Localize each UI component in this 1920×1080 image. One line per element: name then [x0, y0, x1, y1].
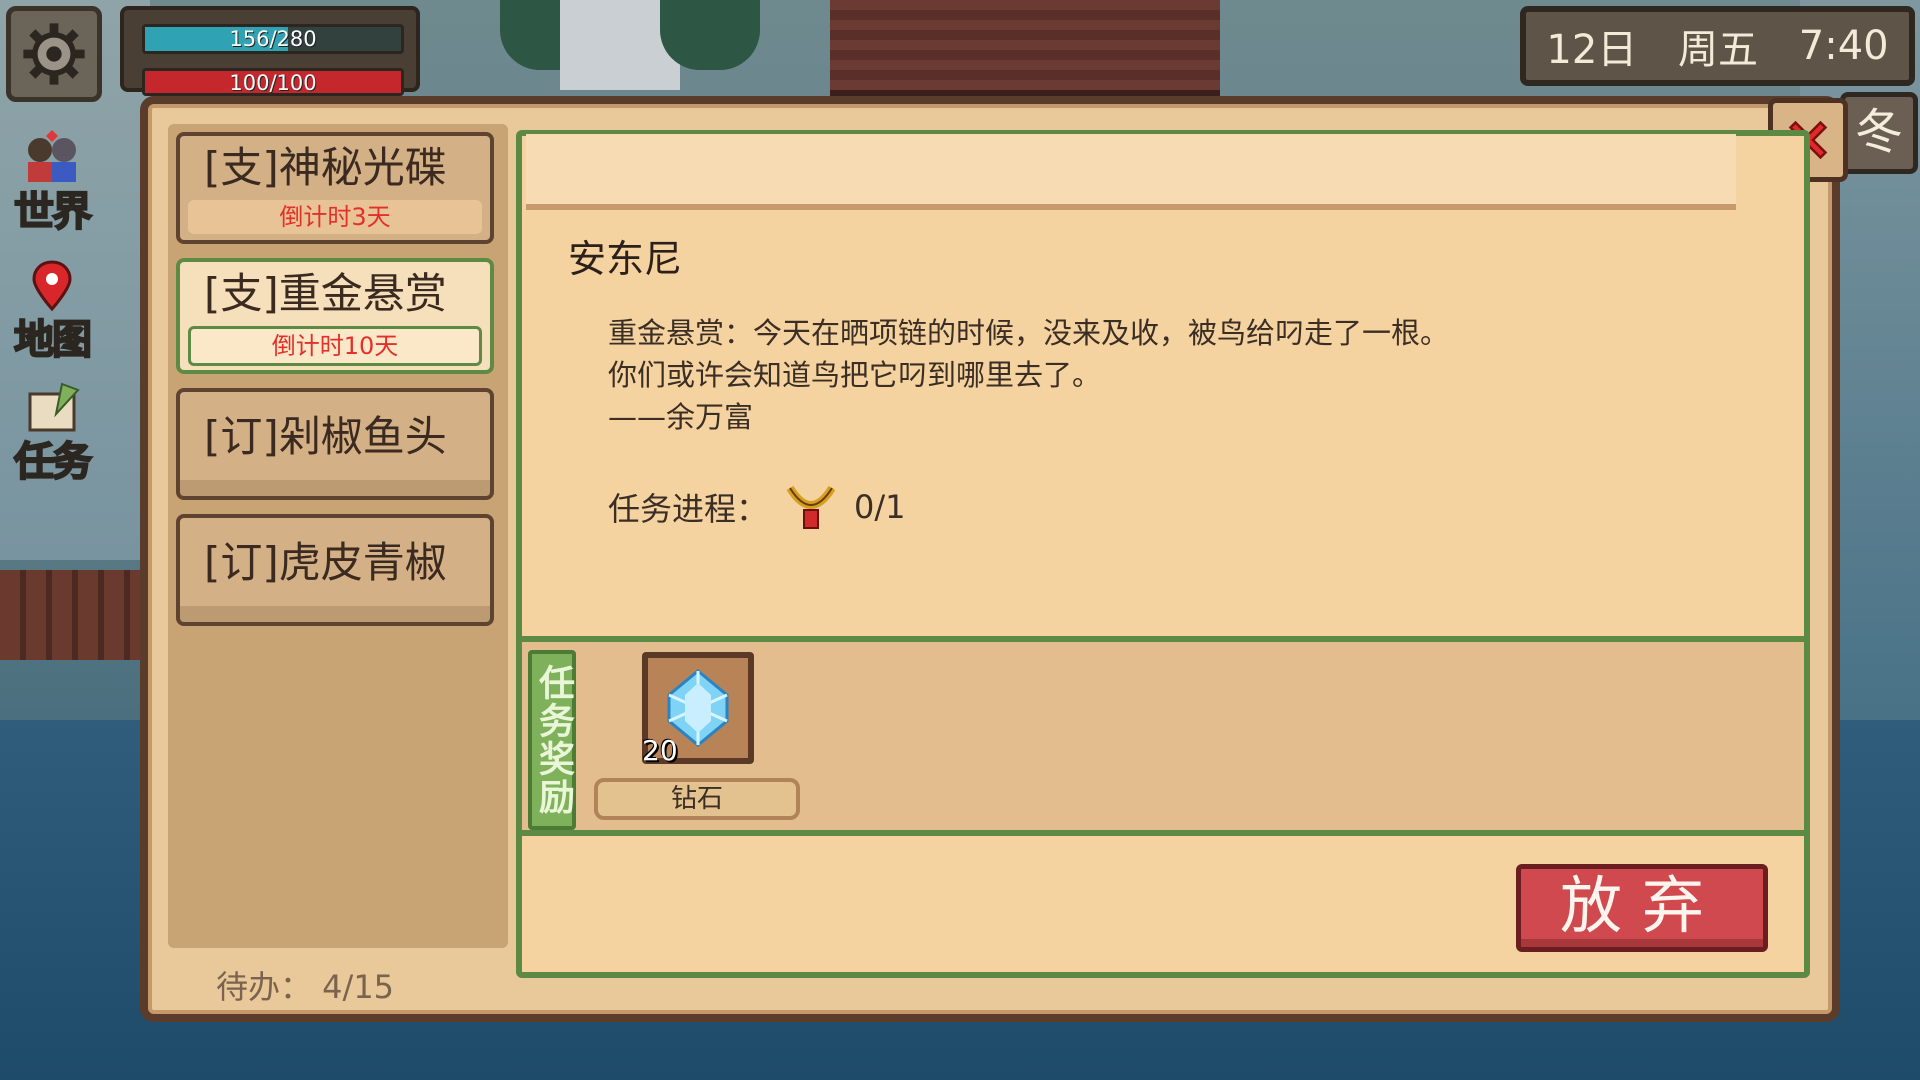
quest-detail-header [526, 134, 1736, 210]
day-text: 12日 [1546, 27, 1638, 73]
map-button[interactable]: 地图 [4, 258, 100, 363]
reward-name: 钻石 [594, 778, 800, 820]
reward-label: 任务奖励 [528, 650, 576, 830]
weekday-text: 周五 [1678, 27, 1759, 73]
npc-name: 安东尼 [568, 237, 683, 281]
settings-button[interactable] [6, 6, 102, 102]
date-time-display: 12日 周五 7:40 [1520, 6, 1915, 86]
progress-label: 任务进程： [608, 490, 769, 528]
quest-list: [支]神秘光碟 倒计时3天 [支]重金悬赏 倒计时10天 [订]剁椒鱼头 [订]… [168, 124, 508, 948]
task-label: 任务 [13, 439, 93, 485]
health-bar: 100/100 [142, 68, 404, 96]
wooden-fence [0, 570, 140, 660]
description-line: 重金悬赏：今天在晒项链的时候，没来及收，被鸟给叼走了一根。 [608, 316, 1450, 350]
description-line: 你们或许会知道鸟把它叼到哪里去了。 [608, 358, 1102, 392]
map-pin-icon [32, 260, 72, 312]
players-icon [28, 130, 76, 182]
status-bars: 156/280 100/100 [120, 6, 420, 96]
quest-name: [订]剁椒鱼头 [204, 412, 447, 461]
health-text: 100/100 [229, 71, 317, 95]
quest-tab-2[interactable]: [支]重金悬赏 倒计时10天 [176, 258, 494, 374]
quest-progress: 任务进程： 0/1 [608, 480, 906, 534]
progress-value: 0/1 [854, 488, 906, 526]
bush [660, 0, 760, 70]
time-text: 7:40 [1798, 23, 1889, 69]
quest-timer: 倒计时3天 [188, 200, 482, 234]
description-signature: ——余万富 [608, 400, 754, 434]
gear-icon [23, 23, 85, 85]
world-label: 世界 [13, 189, 93, 235]
scroll-quill-icon [28, 382, 80, 432]
quest-detail-panel [516, 130, 1810, 978]
quest-tab-4[interactable]: [订]虎皮青椒 [176, 514, 494, 626]
map-label: 地图 [13, 317, 93, 363]
energy-bar: 156/280 [142, 24, 404, 54]
quest-name: [订]虎皮青椒 [204, 538, 447, 587]
energy-text: 156/280 [229, 27, 317, 51]
quest-tab-3[interactable]: [订]剁椒鱼头 [176, 388, 494, 500]
season-indicator: 冬 [1840, 92, 1918, 174]
world-button[interactable]: 世界 [4, 130, 100, 235]
abandon-button[interactable]: 放弃 [1516, 864, 1768, 952]
house-roof [830, 0, 1220, 96]
quest-name: [支]神秘光碟 [204, 143, 447, 192]
quest-description: 重金悬赏：今天在晒项链的时候，没来及收，被鸟给叼走了一根。 你们或许会知道鸟把它… [608, 312, 1449, 438]
quest-name: [支]重金悬赏 [204, 269, 447, 318]
todo-counter: 待办： 4/15 [216, 968, 395, 1006]
reward-count: 20 [642, 734, 678, 767]
task-button[interactable]: 任务 [4, 380, 100, 485]
quest-tab-1[interactable]: [支]神秘光碟 倒计时3天 [176, 132, 494, 244]
quest-timer: 倒计时10天 [188, 326, 482, 366]
necklace-icon [786, 485, 836, 529]
